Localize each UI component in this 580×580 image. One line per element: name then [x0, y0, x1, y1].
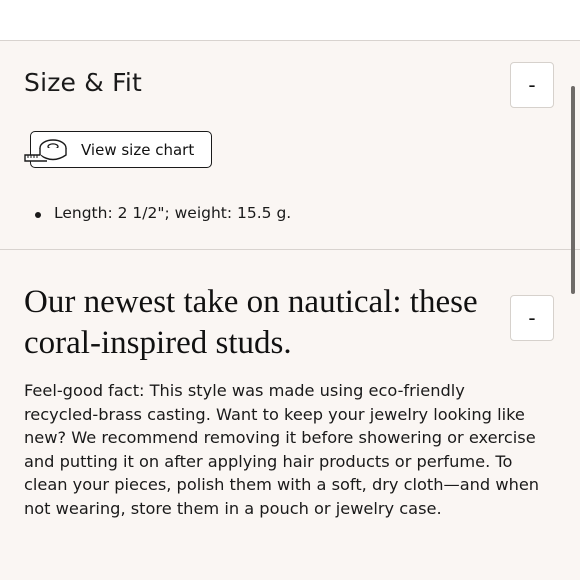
view-size-chart-button[interactable]: View size chart — [24, 131, 212, 168]
description-body: Feel-good fact: This style was made usin… — [24, 381, 540, 518]
scrollbar[interactable] — [571, 86, 575, 294]
spec-item: Length: 2 1/2"; weight: 15.5 g. — [24, 204, 291, 222]
description-section: Our newest take on nautical: these coral… — [0, 250, 580, 580]
top-bar — [0, 0, 580, 41]
size-fit-collapse-button[interactable]: - — [510, 62, 554, 108]
view-size-chart-label: View size chart — [81, 140, 195, 159]
size-fit-title: Size & Fit — [24, 68, 143, 97]
description-heading: Our newest take on nautical: these coral… — [24, 284, 478, 361]
description-collapse-button[interactable]: - — [510, 295, 554, 341]
measuring-tape-icon — [24, 139, 67, 162]
spec-list: Length: 2 1/2"; weight: 15.5 g. — [24, 204, 291, 222]
size-fit-section: Size & Fit - View size chart Length: 2 1… — [0, 41, 580, 250]
